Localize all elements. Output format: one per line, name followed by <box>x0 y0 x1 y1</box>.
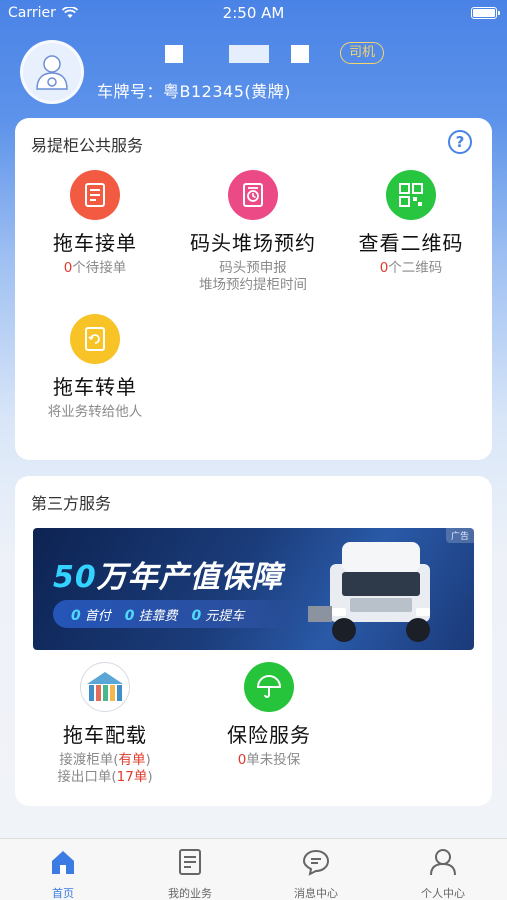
service-subtitle: 0单未投保 <box>237 752 301 768</box>
clock: 2:50 AM <box>222 4 285 22</box>
ad-banner[interactable]: 广告 50万年产值保障 0 首付 0 挂靠费 0 元提车 <box>33 528 474 650</box>
service-tow-orders[interactable]: 拖车接单 0个待接单 <box>15 170 175 277</box>
service-insurance[interactable]: 保险服务 0单未投保 <box>189 662 349 769</box>
service-title: 拖车转单 <box>53 375 137 399</box>
banner-headline: 50万年产值保障 <box>53 560 283 595</box>
tab-profile[interactable]: 个人中心 <box>380 847 506 900</box>
status-bar: Carrier 2:50 AM <box>0 0 507 28</box>
public-services-card: 易提柜公共服务 ? 拖车接单 0个待接单 码头堆场预约 码头预申报 堆场预约提柜… <box>15 118 492 460</box>
perk: 0 首付 <box>71 607 111 624</box>
battery-icon <box>471 7 500 19</box>
truck-image <box>308 542 430 642</box>
umbrella-icon <box>244 662 294 712</box>
qr-code-icon <box>386 170 436 220</box>
service-title: 拖车配载 <box>63 723 147 747</box>
license-plate: 车牌号：粤B12345(黄牌) <box>97 82 291 101</box>
driver-avatar-icon <box>36 55 68 90</box>
service-title: 保险服务 <box>227 723 311 747</box>
service-subtitle: 0个二维码 <box>379 260 443 276</box>
tab-label: 个人中心 <box>421 887 465 900</box>
tab-label: 我的业务 <box>168 887 212 900</box>
transfer-doc-icon <box>70 314 120 364</box>
profile-header: 司机 车牌号：粤B12345(黄牌) <box>20 38 490 108</box>
question-circle-icon[interactable]: ? <box>448 130 472 154</box>
banner-perks: 0 首付 0 挂靠费 0 元提车 <box>53 600 303 628</box>
section-title: 易提柜公共服务 <box>31 136 144 155</box>
service-terminal-booking[interactable]: 码头堆场预约 码头预申报 堆场预约提柜时间 <box>173 170 333 294</box>
tab-label: 消息中心 <box>294 887 338 900</box>
tab-my-business[interactable]: 我的业务 <box>127 847 253 900</box>
tab-label: 首页 <box>52 887 74 900</box>
tab-bar: 首页 我的业务 消息中心 个人中心 <box>0 838 507 900</box>
business-icon <box>179 849 201 875</box>
clock-doc-icon <box>228 170 278 220</box>
message-icon <box>302 849 330 876</box>
perk: 0 挂靠费 <box>124 607 178 624</box>
third-party-card: 第三方服务 广告 50万年产值保障 0 首付 0 挂靠费 0 元提车 拖车配载 接渡柜… <box>15 476 492 806</box>
person-icon <box>430 849 456 876</box>
service-subtitle: 将业务转给他人 <box>47 404 143 420</box>
avatar[interactable] <box>20 40 84 104</box>
service-subtitle: 码头预申报 堆场预约提柜时间 <box>199 260 307 293</box>
service-subtitle: 0个待接单 <box>63 260 127 276</box>
document-icon <box>70 170 120 220</box>
service-title: 查看二维码 <box>358 231 464 255</box>
tab-home[interactable]: 首页 <box>0 847 126 900</box>
service-transfer[interactable]: 拖车转单 将业务转给他人 <box>15 314 175 421</box>
tab-messages[interactable]: 消息中心 <box>253 847 379 900</box>
service-title: 拖车接单 <box>53 231 137 255</box>
section-title: 第三方服务 <box>31 494 112 513</box>
service-title: 码头堆场预约 <box>190 231 316 255</box>
role-badge: 司机 <box>340 42 385 64</box>
home-icon <box>52 851 74 874</box>
service-subtitle: 接渡柜单(有单) 接出口单(17单) <box>57 752 153 785</box>
service-tow-loading[interactable]: 拖车配载 接渡柜单(有单) 接出口单(17单) <box>25 662 185 786</box>
name-masked <box>165 42 309 66</box>
container-stack-icon <box>80 662 130 712</box>
perk: 0 元提车 <box>191 607 245 624</box>
service-qr-code[interactable]: 查看二维码 0个二维码 <box>331 170 491 277</box>
